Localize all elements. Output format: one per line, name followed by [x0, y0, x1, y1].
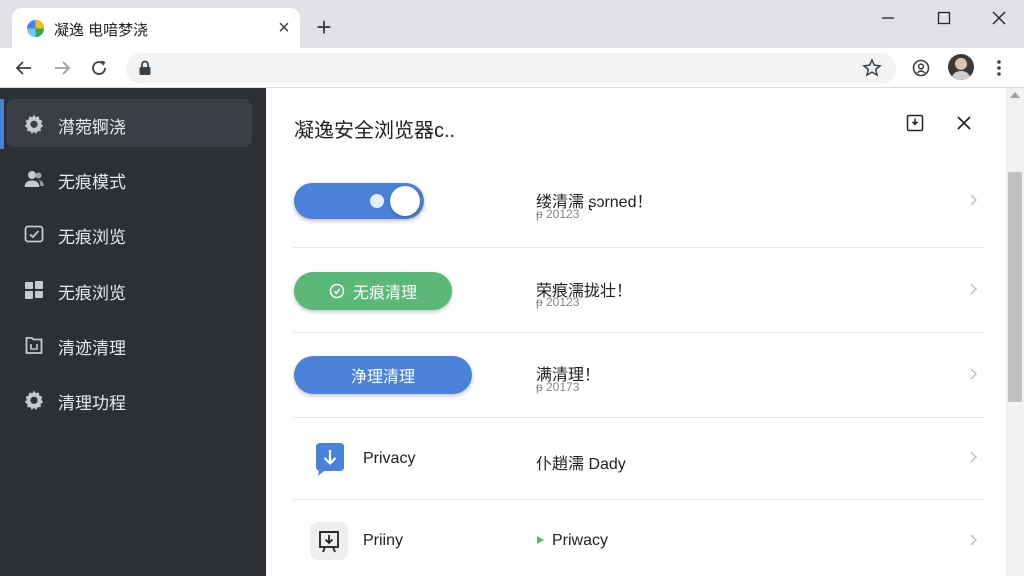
sidebar-item-settings[interactable]: 潸菀锕浇: [6, 99, 252, 147]
users-icon: [24, 171, 44, 187]
extensions-button[interactable]: [910, 57, 932, 79]
tab-title: 凝逸 电喑梦浇: [54, 22, 149, 39]
chevron-right-icon[interactable]: [968, 367, 978, 381]
active-indicator: [0, 99, 4, 149]
scrollbar-thumb[interactable]: [1008, 172, 1022, 402]
clean-up-button[interactable]: 浄理清理: [294, 356, 472, 394]
sidebar-item-private-browsing[interactable]: 无痕浏览: [6, 209, 252, 257]
sidebar-item-label: 无痕浏览: [58, 284, 126, 303]
gear-icon: [24, 390, 44, 410]
chevron-right-icon[interactable]: [968, 282, 978, 296]
row-title: 仆趙濡 Dady: [536, 456, 626, 473]
row-divider: [293, 332, 985, 333]
clock-check-icon: [329, 283, 345, 299]
minimize-icon: [882, 17, 894, 19]
save-icon: [906, 114, 924, 132]
reload-icon: [92, 60, 106, 75]
app-label: Privacy: [363, 450, 416, 467]
gear-icon: [24, 114, 44, 134]
download-panel-button[interactable]: [904, 112, 926, 134]
chevron-right-icon[interactable]: [968, 450, 978, 464]
window-close-button[interactable]: [976, 4, 1022, 32]
sidebar: 潸菀锕浇 无痕模式 无痕浏览 无痕浏览 清迹清理 清理功程: [0, 88, 266, 576]
sidebar-item-private-browsing-2[interactable]: 无痕浏览: [6, 265, 252, 313]
back-button[interactable]: [13, 57, 35, 79]
toggle-knob: [390, 186, 420, 216]
scrollbar[interactable]: [1006, 88, 1024, 576]
row-divider: [293, 247, 985, 248]
maximize-icon: [937, 11, 951, 25]
browser-tab[interactable]: 凝逸 电喑梦浇 ×: [12, 8, 300, 48]
close-icon: [957, 116, 971, 130]
browser-toolbar: [0, 48, 1024, 88]
folder-icon: [25, 337, 43, 354]
address-bar[interactable]: [126, 53, 896, 84]
protection-toggle[interactable]: [294, 183, 424, 219]
button-label: 无痕清理: [352, 285, 417, 302]
incognito-clean-button[interactable]: 无痕清理: [294, 272, 452, 310]
bookmark-star-icon[interactable]: [862, 58, 882, 78]
more-vertical-icon: [997, 60, 1001, 76]
row-subtitle: ᵽ 20173: [536, 380, 580, 394]
back-arrow-icon: [15, 61, 31, 75]
sidebar-item-label: 清迹清理: [58, 339, 126, 358]
close-icon: [992, 11, 1006, 25]
panel-close-button[interactable]: [953, 112, 975, 134]
chevron-right-icon[interactable]: [968, 193, 978, 207]
tab-strip: 凝逸 电喑梦浇 × +: [0, 0, 1024, 48]
priiny-app-icon[interactable]: [310, 522, 348, 560]
row-subtitle: ᵽ 20123: [536, 207, 580, 221]
sidebar-item-label: 无痕模式: [58, 173, 126, 192]
sidebar-item-incognito[interactable]: 无痕模式: [6, 154, 252, 202]
extension-icon: [912, 59, 930, 77]
new-tab-icon[interactable]: +: [313, 14, 335, 40]
play-icon: [537, 536, 544, 544]
toggle-indicator: [370, 194, 384, 208]
main-panel: 凝逸安全浏览器c.. 缕清濡 ʂɔrned！ ᵽ 20123 无痕清理 荣痕濡拢…: [266, 88, 1024, 576]
row-divider: [293, 499, 985, 500]
row-title: Priwacy: [552, 532, 609, 549]
check-square-icon: [24, 225, 44, 243]
app-label: Priiny: [363, 532, 404, 549]
tab-close-icon[interactable]: ×: [274, 18, 294, 38]
url-input[interactable]: [164, 53, 844, 84]
sidebar-item-trace-cleanup[interactable]: 清迹清理: [6, 320, 252, 368]
sidebar-item-cleanup-tools[interactable]: 清理功程: [6, 375, 252, 423]
sidebar-item-label: 潸菀锕浇: [58, 118, 126, 137]
privacy-app-icon[interactable]: [311, 440, 349, 478]
grid-icon: [25, 281, 43, 299]
app-logo-icon: [26, 19, 45, 38]
chevron-right-icon[interactable]: [968, 533, 978, 547]
page-title: 凝逸安全浏览器c..: [294, 120, 456, 142]
row-divider: [293, 417, 985, 418]
sidebar-item-label: 无痕浏览: [58, 228, 126, 247]
menu-button[interactable]: [988, 57, 1010, 79]
lock-icon[interactable]: [138, 60, 152, 76]
reload-button[interactable]: [88, 57, 110, 79]
minimize-button[interactable]: [865, 4, 911, 32]
forward-button[interactable]: [51, 57, 73, 79]
scroll-up-arrow-icon[interactable]: [1010, 92, 1020, 98]
forward-arrow-icon: [55, 61, 71, 75]
maximize-button[interactable]: [921, 4, 967, 32]
button-label: 浄理清理: [350, 369, 415, 386]
download-icon: [316, 443, 344, 476]
profile-avatar[interactable]: [948, 54, 974, 80]
sidebar-item-label: 清理功程: [58, 394, 126, 413]
download-box-icon: [319, 531, 339, 553]
row-subtitle: ᵽ 20123: [536, 295, 580, 309]
